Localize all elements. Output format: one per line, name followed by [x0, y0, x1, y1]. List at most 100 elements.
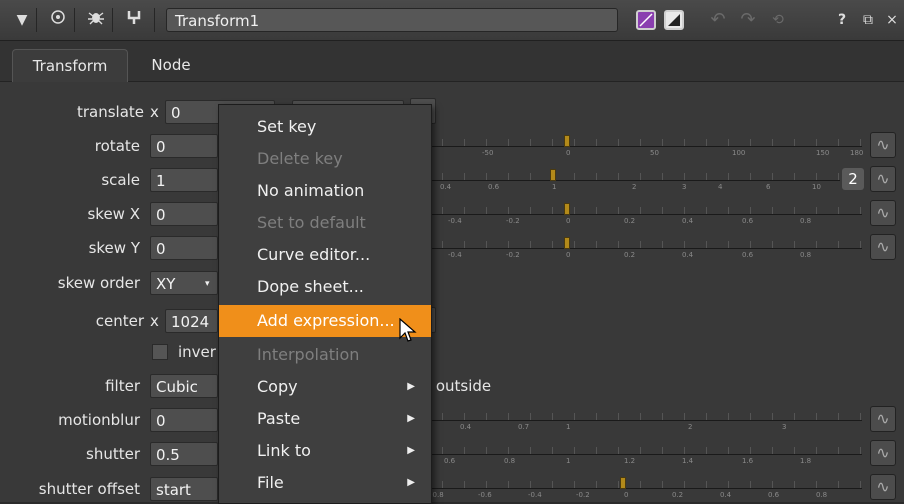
- divider: [154, 8, 155, 32]
- invert-checkbox[interactable]: [152, 344, 168, 360]
- revert-icon[interactable]: ⟲: [766, 9, 790, 31]
- skew-y-curve-icon[interactable]: ∿: [870, 234, 896, 260]
- slider-handle[interactable]: [564, 135, 570, 147]
- shutter-slider[interactable]: 0.6 0.8 1 1.2 1.4 1.6 1.8: [420, 440, 862, 466]
- menu-item-label: Copy: [257, 377, 298, 396]
- filter-label: filter: [105, 377, 140, 395]
- rotate-input[interactable]: 0: [150, 134, 218, 158]
- filter-suffix-text: outside: [435, 377, 492, 395]
- tick-label: 0.4: [440, 183, 452, 191]
- shutter-label: shutter: [86, 445, 140, 463]
- tick-label: 0.7: [518, 423, 530, 431]
- filter-dropdown[interactable]: Cubic: [150, 374, 218, 398]
- menu-item-copy[interactable]: Copy ▶: [219, 371, 431, 403]
- shutter-offset-dropdown[interactable]: start: [150, 477, 218, 501]
- menu-item-dope-sheet[interactable]: Dope sheet...: [219, 271, 431, 303]
- slider-handle[interactable]: [550, 169, 556, 181]
- rotate-curve-icon[interactable]: ∿: [870, 132, 896, 158]
- slider-track: [420, 214, 862, 215]
- shutter-offset-label: shutter offset: [38, 480, 140, 498]
- translate-label: translate: [76, 103, 144, 121]
- slider-track: [420, 146, 862, 147]
- motionblur-input[interactable]: 0: [150, 408, 218, 432]
- skew-x-slider[interactable]: -0.4 -0.2 0 0.2 0.4 0.6 0.8: [420, 200, 862, 226]
- menu-item-file[interactable]: File ▶: [219, 467, 431, 499]
- skew-x-curve-icon[interactable]: ∿: [870, 200, 896, 226]
- skew-y-input[interactable]: 0: [150, 236, 218, 260]
- tick-label: 1.8: [800, 457, 812, 465]
- menu-item-paste[interactable]: Paste ▶: [219, 403, 431, 435]
- tick-label: 0.4: [720, 491, 732, 499]
- scale-dimension-badge[interactable]: 2: [842, 168, 864, 190]
- help-icon[interactable]: ?: [830, 9, 854, 31]
- chevron-down-icon: ▾: [205, 279, 210, 289]
- menu-item-link-to[interactable]: Link to ▶: [219, 435, 431, 467]
- motionblur-curve-icon[interactable]: ∿: [870, 406, 896, 432]
- skew-y-slider[interactable]: -0.4 -0.2 0 0.2 0.4 0.6 0.8: [420, 234, 862, 260]
- skew-x-label: skew X: [87, 205, 140, 223]
- tick-label: 3: [782, 423, 787, 431]
- menu-item-curve-editor[interactable]: Curve editor...: [219, 239, 431, 271]
- center-x-input[interactable]: 1024: [165, 309, 218, 333]
- tick-label: -0.4: [528, 491, 542, 499]
- slider-track: [420, 180, 840, 181]
- undo-icon[interactable]: ↶: [706, 9, 730, 31]
- rotate-slider[interactable]: -50 0 50 100 150 180: [420, 132, 863, 158]
- pin-icon[interactable]: [122, 9, 146, 31]
- tick-label: 150: [816, 149, 830, 157]
- close-icon[interactable]: ×: [882, 9, 902, 31]
- tick-label: 1.6: [742, 457, 754, 465]
- submenu-arrow-icon: ▶: [407, 445, 415, 456]
- shutter-curve-icon[interactable]: ∿: [870, 440, 896, 466]
- tick-label: 0: [624, 491, 629, 499]
- shutter-input[interactable]: 0.5: [150, 442, 218, 466]
- scale-input[interactable]: 1: [150, 168, 218, 192]
- menu-item-delete-key: Delete key: [257, 149, 343, 168]
- slider-track: [420, 420, 862, 421]
- tick-label: -0.8: [430, 491, 444, 499]
- scale-curve-icon[interactable]: ∿: [870, 166, 896, 192]
- skew-order-value: XY: [156, 275, 176, 293]
- tick-label: 6: [766, 183, 771, 191]
- center-label: center: [95, 312, 144, 330]
- shutter-offset-curve-icon[interactable]: ∿: [870, 474, 896, 500]
- slider-handle[interactable]: [620, 477, 626, 489]
- motionblur-slider[interactable]: 0.4 0.7 1 2 3: [420, 406, 862, 432]
- collapse-triangle-icon[interactable]: ▼: [10, 9, 34, 31]
- shutter-offset-slider[interactable]: -0.8 -0.6 -0.4 -0.2 0 0.2 0.4 0.6 0.8: [420, 474, 862, 500]
- menu-item-no-animation[interactable]: No animation: [219, 175, 431, 207]
- filter-suffix: : outside: [426, 377, 491, 395]
- tick-label: 1.4: [682, 457, 694, 465]
- target-icon[interactable]: [46, 9, 70, 31]
- tick-label: 0: [566, 217, 571, 225]
- purple-swatch-icon[interactable]: [636, 10, 656, 30]
- slider-track: [420, 488, 862, 489]
- tick-label: -0.2: [506, 251, 520, 259]
- node-name-input[interactable]: Transform1: [166, 8, 618, 32]
- submenu-arrow-icon: ▶: [407, 381, 415, 392]
- tick-label: 2: [688, 423, 693, 431]
- white-swatch-icon[interactable]: [664, 10, 684, 30]
- tick-label: 0.6: [768, 491, 780, 499]
- tab-node[interactable]: Node: [134, 49, 208, 81]
- slider-handle[interactable]: [564, 237, 570, 249]
- menu-item-label: File: [257, 473, 284, 492]
- tick-label: 0.6: [444, 457, 456, 465]
- tick-label: 0.6: [488, 183, 500, 191]
- skew-x-input[interactable]: 0: [150, 202, 218, 226]
- redo-icon[interactable]: ↷: [736, 9, 760, 31]
- bug-icon[interactable]: [84, 9, 108, 31]
- tab-transform[interactable]: Transform: [12, 49, 128, 82]
- skew-order-dropdown[interactable]: XY ▾: [150, 271, 218, 295]
- tick-label: 100: [732, 149, 746, 157]
- float-icon[interactable]: ⧉: [856, 9, 880, 31]
- slider-handle[interactable]: [564, 203, 570, 215]
- divider: [112, 8, 113, 32]
- tick-label: 0.8: [800, 251, 812, 259]
- tick-label: 0.4: [682, 217, 694, 225]
- rotate-label: rotate: [94, 137, 140, 155]
- tick-label: 1: [566, 423, 571, 431]
- tick-label: 0.8: [816, 491, 828, 499]
- scale-slider[interactable]: 0.4 0.6 1 2 3 4 6 10: [420, 166, 840, 192]
- menu-item-set-key[interactable]: Set key: [219, 111, 431, 143]
